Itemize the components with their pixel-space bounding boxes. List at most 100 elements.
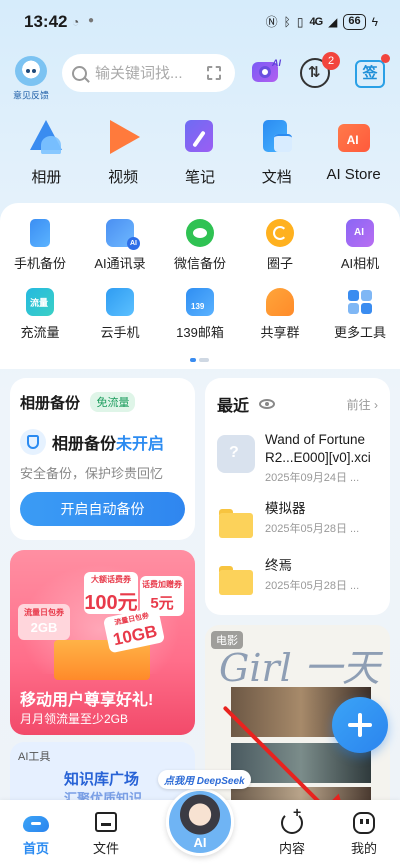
feedback-mascot-icon bbox=[15, 56, 47, 86]
promo-subtitle: 月月领流量至少2GB bbox=[20, 712, 129, 726]
recent-file-item[interactable]: Wand of Fortune R2...E000][v0].xci 2025年… bbox=[217, 431, 378, 485]
app-notes[interactable]: 笔记 bbox=[164, 118, 236, 187]
coupon-label: 流量日包券 bbox=[24, 608, 64, 617]
tool-label: AI通讯录 bbox=[94, 256, 146, 271]
app-label: AI Store bbox=[326, 166, 381, 183]
bottom-nav: 首页 文件 点我用 DeepSeek AI 内容 我的 bbox=[0, 770, 400, 866]
battery-icon: 66 bbox=[343, 13, 366, 30]
promo-banner[interactable]: 流量日包券 2GB 大额话费券 100元 话费加赠券 5元 流量日包券 10GB… bbox=[10, 550, 195, 735]
recent-card: 最近 前往 › Wand of Fortune R2...E000][v0].x… bbox=[205, 378, 390, 615]
coupon-100: 大额话费券 100元 bbox=[84, 572, 138, 614]
tool-mail-139[interactable]: 139邮箱 bbox=[160, 288, 240, 341]
content-icon bbox=[279, 804, 305, 834]
cloud-phone-icon bbox=[106, 288, 134, 316]
folder-icon bbox=[217, 561, 255, 599]
recent-more-label: 前往 bbox=[346, 397, 371, 412]
tool-label: 微信备份 bbox=[173, 256, 226, 271]
transfer-badge: 2 bbox=[322, 52, 340, 70]
recent-file-item[interactable]: 终焉 2025年05月28日 ... bbox=[217, 557, 378, 599]
enable-auto-backup-button[interactable]: 开启自动备份 bbox=[20, 492, 185, 526]
file-date: 2025年05月28日 ... bbox=[265, 580, 360, 592]
pager-dot bbox=[199, 358, 209, 362]
search-input[interactable] bbox=[95, 64, 195, 82]
recent-more-link[interactable]: 前往 › bbox=[347, 396, 378, 413]
notification-dot-icon: ● bbox=[88, 15, 95, 26]
app-label: 相册 bbox=[31, 169, 62, 186]
nfc-icon: Ⓝ bbox=[265, 15, 278, 29]
nav-home[interactable]: 首页 bbox=[6, 810, 66, 857]
nav-label: 内容 bbox=[278, 841, 305, 856]
tool-label: 充流量 bbox=[20, 325, 60, 340]
ai-camera-button[interactable]: AI bbox=[250, 56, 284, 90]
free-data-badge: 免流量 bbox=[90, 392, 136, 412]
transfer-button[interactable]: ⇅ 2 bbox=[300, 52, 340, 90]
transfer-arrows-icon: ⇅ bbox=[308, 64, 321, 81]
photos-icon bbox=[27, 118, 65, 156]
tool-label: 云手机 bbox=[100, 325, 140, 340]
tool-wechat-backup[interactable]: 微信备份 bbox=[160, 219, 240, 272]
ai-camera-icon bbox=[346, 219, 374, 247]
nav-files[interactable]: 文件 bbox=[76, 810, 136, 857]
signal-icon: 4G bbox=[309, 15, 323, 28]
tool-share-group[interactable]: 共享群 bbox=[240, 288, 320, 341]
movie-tag: 电影 bbox=[211, 631, 243, 649]
deepseek-bubble: 点我用 DeepSeek bbox=[158, 770, 251, 789]
nav-me[interactable]: 我的 bbox=[334, 810, 394, 857]
tool-phone-backup[interactable]: 手机备份 bbox=[0, 219, 80, 272]
mail-139-icon bbox=[186, 288, 214, 316]
eye-icon[interactable] bbox=[259, 399, 276, 409]
tool-circle[interactable]: 圈子 bbox=[240, 219, 320, 272]
tool-label: AI相机 bbox=[340, 256, 380, 271]
status-indicators: Ⓝ ᛒ ▯ 4G ◢ 66 ϟ bbox=[266, 13, 378, 30]
more-tools-icon bbox=[346, 288, 374, 316]
recent-title: 最近 bbox=[217, 398, 250, 415]
ai-store-icon bbox=[335, 118, 373, 156]
check-in-dot bbox=[381, 54, 390, 63]
scan-icon[interactable] bbox=[207, 66, 221, 80]
tool-more-tools[interactable]: 更多工具 bbox=[320, 288, 400, 341]
tool-label: 手机备份 bbox=[13, 256, 66, 271]
folder-icon bbox=[93, 810, 119, 834]
tool-ai-camera[interactable]: AI相机 bbox=[320, 219, 400, 272]
album-backup-card[interactable]: 相册备份 免流量 相册备份 未开启 安全备份，保护珍贵回忆 开启自动备份 bbox=[10, 378, 195, 540]
backup-status-value: 未开启 bbox=[116, 436, 165, 453]
app-ai-store[interactable]: AI Store bbox=[318, 118, 390, 187]
check-in-button[interactable]: 签 bbox=[355, 54, 390, 90]
status-bar: 13:42 ◔ ● Ⓝ ᛒ ▯ 4G ◢ 66 ϟ bbox=[0, 0, 400, 40]
recent-file-item[interactable]: 模拟器 2025年05月28日 ... bbox=[217, 500, 378, 542]
check-in-icon: 签 bbox=[355, 60, 385, 88]
search-icon bbox=[72, 65, 87, 81]
data-topup-icon bbox=[26, 288, 54, 316]
feedback-button[interactable]: 意见反馈 bbox=[10, 56, 52, 102]
app-label: 笔记 bbox=[184, 169, 215, 186]
tools-panel: 手机备份 AI通讯录 微信备份 圈子 AI相机 充流量 云手机 139邮箱 bbox=[0, 203, 400, 369]
recent-header: 最近 前往 › bbox=[217, 392, 378, 416]
tool-data-topup[interactable]: 充流量 bbox=[0, 288, 80, 341]
coupon-value: 100元 bbox=[84, 592, 138, 614]
search-bar[interactable] bbox=[62, 54, 235, 92]
bluetooth-icon: ᛒ bbox=[283, 14, 291, 29]
nav-label: 文件 bbox=[92, 841, 119, 856]
ai-contacts-icon bbox=[106, 219, 140, 250]
backup-status-prefix: 相册备份 bbox=[52, 436, 117, 453]
nav-ai[interactable]: 点我用 DeepSeek AI bbox=[158, 770, 251, 866]
file-date: 2025年09月24日 ... bbox=[265, 472, 360, 484]
documents-icon bbox=[258, 118, 296, 156]
app-video[interactable]: 视频 bbox=[87, 118, 159, 187]
nav-content[interactable]: 内容 bbox=[262, 804, 322, 857]
phone-backup-icon bbox=[30, 219, 50, 247]
pager-dot-active bbox=[190, 358, 196, 362]
app-documents[interactable]: 文档 bbox=[241, 118, 313, 187]
tool-cloud-phone[interactable]: 云手机 bbox=[80, 288, 160, 341]
nav-label: 我的 bbox=[350, 841, 377, 856]
notes-icon bbox=[181, 118, 219, 156]
ai-tool-tag: AI工具 bbox=[18, 751, 51, 763]
ai-tool-title: 知识库广场 bbox=[64, 771, 140, 788]
feedback-label: 意见反馈 bbox=[13, 91, 49, 102]
add-fab-button[interactable] bbox=[332, 697, 388, 753]
tool-ai-contacts[interactable]: AI通讯录 bbox=[80, 219, 160, 272]
coupon-value: 2GB bbox=[30, 620, 58, 635]
unknown-file-icon bbox=[217, 435, 255, 473]
app-photos[interactable]: 相册 bbox=[10, 118, 82, 187]
backup-description: 安全备份，保护珍贵回忆 bbox=[20, 466, 164, 481]
